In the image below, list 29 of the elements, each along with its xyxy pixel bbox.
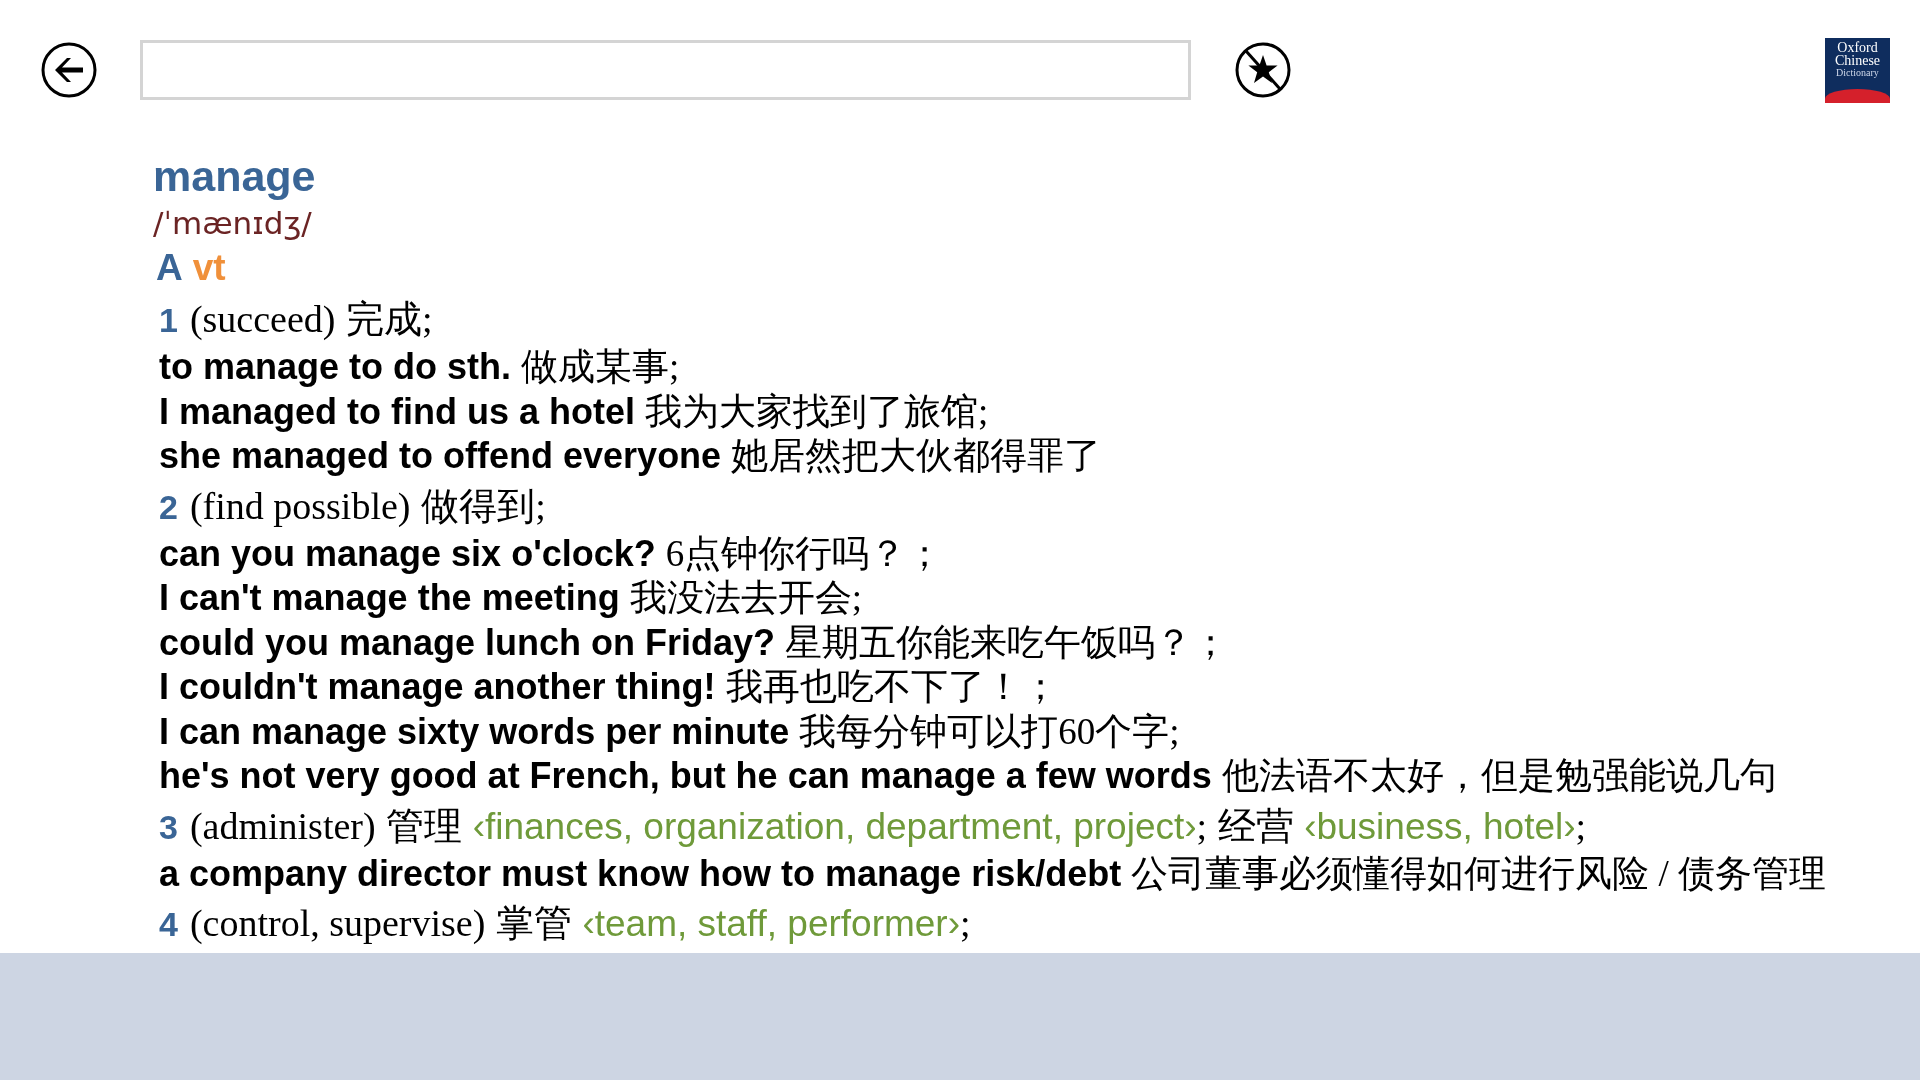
example-sentence: I can manage sixty words per minute 我每分钟可以打60个字; xyxy=(159,709,1181,754)
headword: manage xyxy=(153,151,317,202)
example-sentence: I couldn't manage another thing! 我再也吃不下了！； xyxy=(159,665,1060,709)
pronunciation: /ˈmænɪdʒ/ xyxy=(153,204,313,243)
example-sentence: could you manage lunch on Friday? 星期五你能来吃午饭吗？； xyxy=(159,620,1231,665)
logo-text: Oxford xyxy=(1837,40,1878,54)
example-sentence: a company director must know how to manage risk/debt 公司董事必须懂得如何进行风险 / 债务管理 xyxy=(159,851,1827,896)
logo-band xyxy=(1825,88,1890,103)
sense-number: 1 xyxy=(159,300,178,341)
sense-number: 3 xyxy=(159,806,178,848)
example-sentence: to manage to do sth. 做成某事; xyxy=(159,345,681,389)
sense-number: 2 xyxy=(159,486,178,528)
search-field[interactable] xyxy=(140,40,1191,100)
sense-definition: (control, supervise) 掌管 ‹team, staff, performer›; xyxy=(189,901,971,946)
part-of-speech: vt xyxy=(192,247,226,288)
example-sentence: she managed to offend everyone 她居然把大伙都得罪了 xyxy=(159,434,1103,478)
sense-definition: (administer) 管理 ‹finances, organization, department, project›; 经营 ‹business, hotel›; xyxy=(189,803,1587,849)
logo-text: Chinese xyxy=(1834,53,1881,67)
sense-definition: (succeed) 完成; xyxy=(189,297,433,342)
section-label: A xyxy=(156,247,183,288)
example-sentence: he's not very good at French, but he can manage a few words 他法语不太好，但是勉强能说几句 xyxy=(159,754,1778,798)
back-button[interactable] xyxy=(40,41,98,99)
sense-definition: (find possible) 做得到; xyxy=(189,483,546,529)
favorite-button[interactable] xyxy=(1234,41,1292,99)
sense-number: 4 xyxy=(159,904,178,945)
example-sentence: I can't manage the meeting 我没法去开会; xyxy=(159,576,863,620)
logo-text: Dictionary xyxy=(1836,66,1879,79)
example-sentence: can you manage six o'clock? 6点钟你行吗？； xyxy=(159,531,945,576)
example-sentence: I managed to find us a hotel 我为大家找到了旅馆; xyxy=(159,389,990,434)
